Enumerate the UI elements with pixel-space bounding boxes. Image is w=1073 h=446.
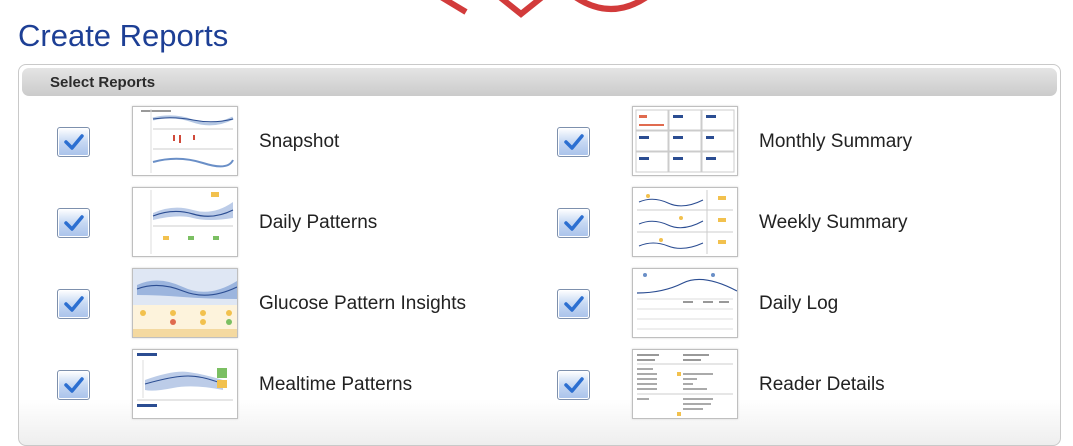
- checkmark-icon: [563, 134, 584, 150]
- report-label: Daily Patterns: [259, 212, 378, 233]
- report-item-weekly-summary[interactable]: Weekly Summary: [557, 187, 1017, 259]
- report-label: Glucose Pattern Insights: [259, 293, 466, 314]
- report-label: Daily Log: [759, 293, 839, 314]
- checkmark-icon: [63, 215, 84, 231]
- report-item-reader-details[interactable]: Reader Details: [557, 349, 1017, 421]
- checkmark-icon: [563, 296, 584, 312]
- snapshot-thumbnail: [132, 106, 238, 176]
- checkmark-icon: [63, 377, 84, 393]
- report-label: Monthly Summary: [759, 131, 913, 152]
- snapshot-checkbox[interactable]: [57, 127, 90, 157]
- daily-log-thumbnail: [632, 268, 738, 338]
- report-item-monthly-summary[interactable]: Monthly Summary: [557, 106, 1017, 178]
- report-item-snapshot[interactable]: Snapshot: [57, 106, 517, 178]
- daily-log-checkbox[interactable]: [557, 289, 590, 319]
- checkmark-icon: [63, 296, 84, 312]
- page-title: Create Reports: [18, 18, 229, 53]
- monthly-summary-thumbnail: [632, 106, 738, 176]
- reader-details-checkbox[interactable]: [557, 370, 590, 400]
- mealtime-patterns-thumbnail: [132, 349, 238, 419]
- reader-details-thumbnail: [632, 349, 738, 419]
- checkmark-icon: [63, 134, 84, 150]
- panel-header: Select Reports: [22, 68, 1057, 96]
- report-item-daily-log[interactable]: Daily Log: [557, 268, 1017, 340]
- report-label: Reader Details: [759, 374, 885, 395]
- report-label: Weekly Summary: [759, 212, 908, 233]
- daily-patterns-checkbox[interactable]: [57, 208, 90, 238]
- daily-patterns-thumbnail: [132, 187, 238, 257]
- checkmark-icon: [563, 215, 584, 231]
- report-item-daily-patterns[interactable]: Daily Patterns: [57, 187, 517, 259]
- report-item-mealtime-patterns[interactable]: Mealtime Patterns: [57, 349, 517, 421]
- brand-logo-fragment: [440, 0, 648, 18]
- report-label: Mealtime Patterns: [259, 374, 413, 395]
- glucose-pattern-insights-checkbox[interactable]: [57, 289, 90, 319]
- weekly-summary-checkbox[interactable]: [557, 208, 590, 238]
- report-item-glucose-pattern-insights[interactable]: Glucose Pattern Insights: [57, 268, 517, 340]
- weekly-summary-thumbnail: [632, 187, 738, 257]
- glucose-pattern-insights-thumbnail: [132, 268, 238, 338]
- report-label: Snapshot: [259, 131, 340, 152]
- select-reports-panel: Select Reports Snapshot Monthly Summary …: [18, 64, 1061, 446]
- monthly-summary-checkbox[interactable]: [557, 127, 590, 157]
- panel-header-title: Select Reports: [50, 74, 156, 91]
- checkmark-icon: [563, 377, 584, 393]
- mealtime-patterns-checkbox[interactable]: [57, 370, 90, 400]
